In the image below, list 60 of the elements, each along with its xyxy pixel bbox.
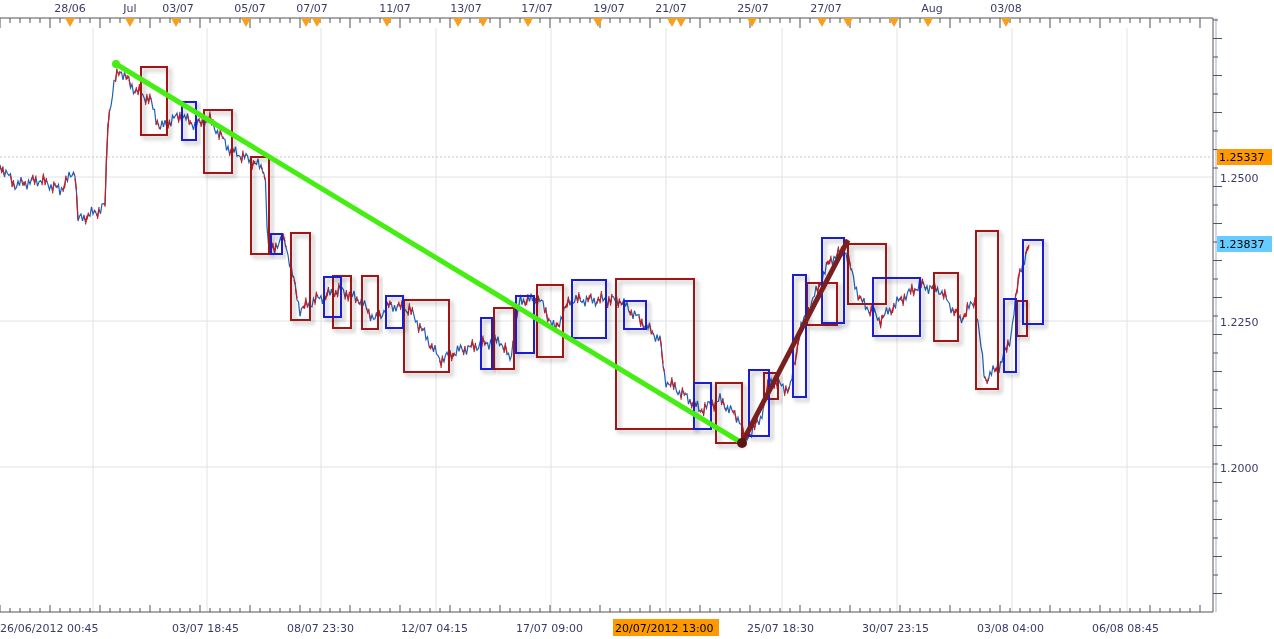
event-marker-icon[interactable]: [453, 18, 463, 27]
date-label: 11/07: [379, 2, 411, 15]
event-marker-icon[interactable]: [676, 18, 686, 27]
range-rectangle: [332, 275, 352, 329]
price-label: 1.2250: [1220, 316, 1259, 329]
time-label: 30/07 23:15: [862, 622, 929, 635]
date-label: 03/08: [990, 2, 1022, 15]
event-marker-icon[interactable]: [65, 18, 75, 27]
date-label: 13/07: [450, 2, 482, 15]
event-marker-icon[interactable]: [593, 18, 603, 27]
range-rectangle: [203, 109, 233, 174]
event-marker-icon[interactable]: [312, 18, 322, 27]
date-label: 17/07: [521, 2, 553, 15]
event-marker-icon[interactable]: [171, 18, 181, 27]
range-rectangle: [847, 243, 887, 305]
event-marker-icon[interactable]: [923, 18, 933, 27]
event-marker-icon[interactable]: [301, 18, 311, 27]
date-label: Aug: [921, 2, 943, 15]
date-label: 27/07: [810, 2, 842, 15]
date-label: 03/07: [162, 2, 194, 15]
time-label: 12/07 04:15: [401, 622, 468, 635]
date-label: 19/07: [593, 2, 625, 15]
price-label: 1.2000: [1220, 462, 1259, 475]
range-rectangle: [140, 66, 168, 136]
event-marker-icon[interactable]: [478, 18, 488, 27]
event-marker-icon[interactable]: [523, 18, 533, 27]
crosshair-time-label: 20/07/2012 13:00: [613, 619, 719, 636]
range-rectangle: [361, 275, 379, 330]
time-label: 06/08 08:45: [1092, 622, 1159, 635]
event-marker-icon[interactable]: [889, 18, 899, 27]
price-tag: 1.25337: [1217, 149, 1272, 165]
range-rectangle: [323, 276, 342, 318]
date-label: 07/07: [296, 2, 328, 15]
time-label: 03/08 04:00: [977, 622, 1044, 635]
event-marker-icon[interactable]: [747, 18, 757, 27]
time-label: 26/06/2012 00:45: [0, 622, 99, 635]
event-marker-icon[interactable]: [817, 18, 827, 27]
event-marker-icon[interactable]: [1001, 18, 1011, 27]
range-rectangle: [571, 279, 607, 339]
date-label: 28/06: [54, 2, 86, 15]
range-rectangle: [872, 277, 921, 337]
range-rectangle: [715, 382, 743, 444]
time-label: 17/07 09:00: [516, 622, 583, 635]
time-label: 25/07 18:30: [747, 622, 814, 635]
range-rectangle: [515, 295, 535, 354]
event-marker-icon[interactable]: [241, 18, 251, 27]
event-marker-icon[interactable]: [843, 18, 853, 27]
range-rectangle: [181, 101, 197, 141]
time-label: 03/07 18:45: [172, 622, 239, 635]
date-label: Jul: [123, 2, 137, 15]
price-label: 1.2500: [1220, 172, 1259, 185]
range-rectangle: [933, 272, 959, 342]
date-label: 21/07: [655, 2, 687, 15]
event-marker-icon[interactable]: [125, 18, 135, 27]
price-tag: 1.23837: [1217, 236, 1272, 252]
date-label: 05/07: [234, 2, 266, 15]
event-marker-icon[interactable]: [382, 18, 392, 27]
date-label: 25/07: [737, 2, 769, 15]
time-label: 08/07 23:30: [287, 622, 354, 635]
event-marker-icon[interactable]: [667, 18, 677, 27]
